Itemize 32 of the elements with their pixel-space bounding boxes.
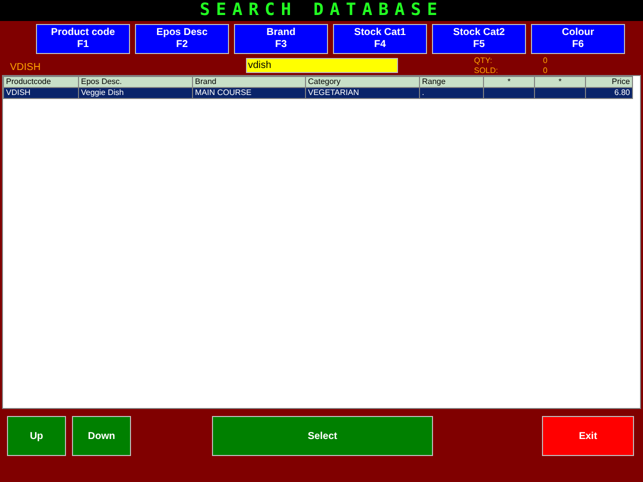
- search-field-button[interactable]: Stock Cat2 F5: [432, 24, 526, 54]
- stat-value: 0: [543, 67, 548, 75]
- search-field-button[interactable]: Epos Desc F2: [135, 24, 229, 54]
- table-cell: .: [420, 88, 484, 98]
- select-button[interactable]: Select: [212, 416, 433, 456]
- column-header[interactable]: Price: [586, 76, 632, 88]
- search-field-button[interactable]: Product code F1: [36, 24, 130, 54]
- search-field-button[interactable]: Brand F3: [234, 24, 328, 54]
- column-header[interactable]: *: [534, 76, 586, 88]
- nav-button[interactable]: Down: [72, 416, 131, 456]
- screen-title: SEARCH DATABASE: [200, 2, 444, 19]
- exit-button[interactable]: Exit: [542, 416, 634, 456]
- table-cell: Veggie Dish: [78, 88, 192, 98]
- stat-value: 0: [543, 57, 548, 65]
- column-header[interactable]: Brand: [192, 76, 306, 88]
- search-field[interactable]: vdish: [246, 58, 398, 73]
- product-code-label: VDISH: [10, 63, 41, 73]
- table-row[interactable]: VDISH Veggie Dish MAIN COURSE VEGETARIAN . 6.80: [4, 88, 632, 98]
- stat-label: SOLD:: [474, 67, 500, 75]
- table-cell: VEGETARIAN: [306, 88, 420, 98]
- column-header[interactable]: Epos Desc.: [78, 76, 192, 88]
- search-field-button[interactable]: Colour F6: [531, 24, 625, 54]
- stat-label: QTY:: [474, 57, 494, 65]
- nav-button[interactable]: Up: [7, 416, 66, 456]
- column-header[interactable]: *: [484, 76, 534, 88]
- search-field-button[interactable]: Stock Cat1 F4: [333, 24, 427, 54]
- table-cell: 6.80: [586, 88, 632, 98]
- table-cell: VDISH: [4, 88, 78, 98]
- column-header[interactable]: Productcode: [4, 76, 78, 88]
- column-header[interactable]: Category: [306, 76, 420, 88]
- table-cell: MAIN COURSE: [192, 88, 306, 98]
- column-header[interactable]: Range: [420, 76, 484, 88]
